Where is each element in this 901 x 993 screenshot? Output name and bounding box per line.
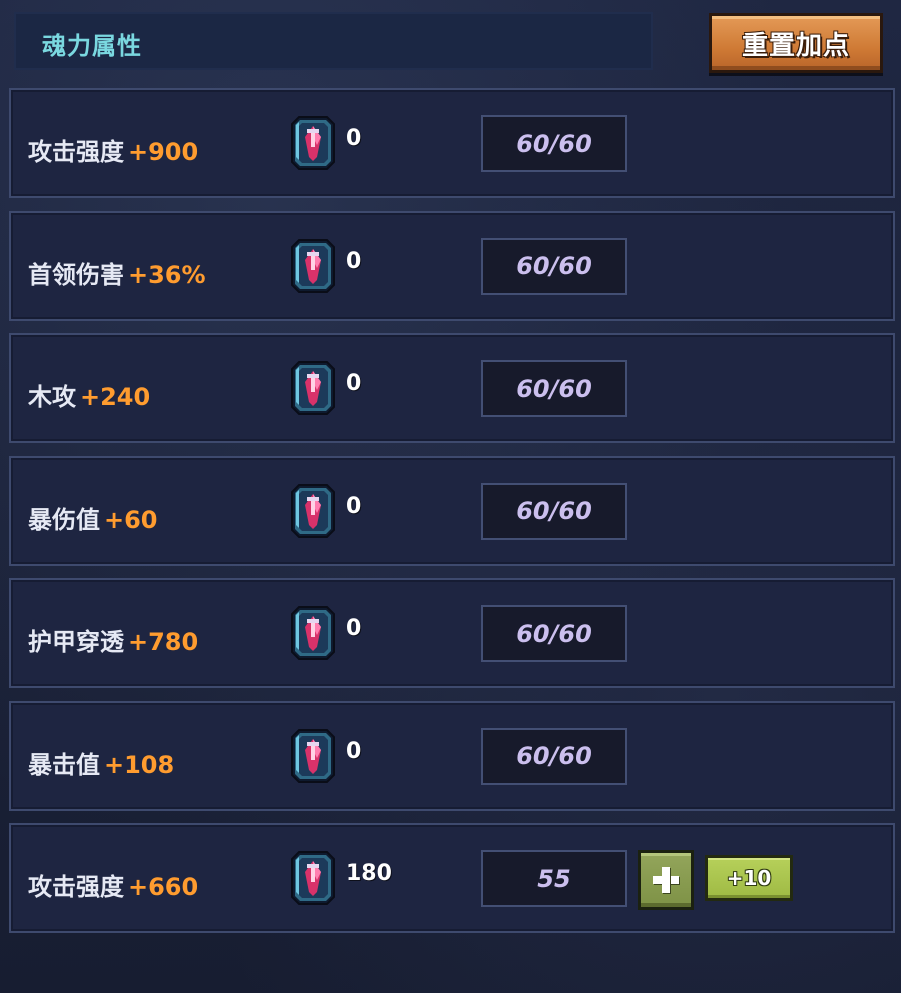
gem-count: 0 <box>346 616 362 641</box>
stat-bonus: +108 <box>104 750 175 779</box>
level-value: 60/60 <box>516 374 592 403</box>
stat-label: 木攻 +240 <box>28 381 150 413</box>
soul-gem-icon <box>291 116 335 170</box>
stat-bonus: +900 <box>128 138 199 166</box>
level-value: 60/60 <box>516 742 592 770</box>
stat-name: 暴伤值 <box>28 505 100 534</box>
soul-gem-icon <box>291 361 335 415</box>
level-box: 55 <box>481 850 627 907</box>
plus-icon-vertical-bar <box>662 867 670 893</box>
stat-label: 暴伤值 +60 <box>28 504 158 536</box>
stat-row: 首领伤害 +36% 0 60/60 <box>9 210 895 321</box>
soul-gem-icon <box>291 851 335 905</box>
level-box: 60/60 <box>481 360 627 417</box>
stat-bonus: +240 <box>80 383 151 411</box>
level-value: 55 <box>537 864 571 893</box>
stat-list: 攻击强度 +900 0 60/60 首领伤害 +36% 0 60/60 木攻 +… <box>9 88 895 946</box>
stat-bonus: +780 <box>128 628 199 656</box>
add-point-button[interactable] <box>638 850 694 910</box>
gem-count: 0 <box>346 738 362 764</box>
stat-name: 攻击强度 <box>28 873 124 901</box>
stat-row: 暴击值 +108 0 60/60 <box>9 700 895 811</box>
level-value: 60/60 <box>516 619 592 648</box>
stat-name: 暴击值 <box>28 750 100 779</box>
add-ten-points-label: +10 <box>726 866 772 890</box>
stat-bonus: +36% <box>128 260 206 289</box>
page-title: 魂力属性 <box>42 32 142 60</box>
stat-name: 攻击强度 <box>28 138 124 166</box>
level-box: 60/60 <box>481 237 627 295</box>
stat-row: 护甲穿透 +780 0 60/60 <box>9 578 895 688</box>
gem-count: 180 <box>346 861 392 886</box>
reset-points-button-label: 重置加点 <box>741 30 850 61</box>
stat-label: 攻击强度 +900 <box>28 136 198 168</box>
gem-count: 0 <box>346 371 362 396</box>
level-box: 60/60 <box>481 482 627 540</box>
stat-row: 木攻 +240 0 60/60 <box>9 333 895 443</box>
stat-label: 护甲穿透 +780 <box>28 626 198 658</box>
soul-gem-icon <box>291 238 335 293</box>
add-ten-points-button[interactable]: +10 <box>705 855 793 901</box>
level-value: 60/60 <box>516 129 592 158</box>
soul-gem-icon <box>291 728 335 783</box>
gem-count: 0 <box>346 126 362 151</box>
gem-count: 0 <box>346 493 362 519</box>
stat-name: 木攻 <box>28 383 76 411</box>
reset-points-button[interactable]: 重置加点 <box>709 13 883 73</box>
stat-row: 暴伤值 +60 0 60/60 <box>9 455 895 566</box>
stat-bonus: +660 <box>128 873 199 901</box>
stat-name: 首领伤害 <box>28 260 124 289</box>
stat-label: 暴击值 +108 <box>28 749 174 781</box>
level-value: 60/60 <box>516 252 592 280</box>
level-box: 60/60 <box>481 115 627 172</box>
level-value: 60/60 <box>516 497 592 525</box>
soul-gem-icon <box>291 483 335 538</box>
stat-bonus: +60 <box>104 505 158 534</box>
level-box: 60/60 <box>481 605 627 662</box>
stat-label: 首领伤害 +36% <box>28 259 206 291</box>
stat-label: 攻击强度 +660 <box>28 871 198 903</box>
stat-name: 护甲穿透 <box>28 628 124 656</box>
soul-gem-icon <box>291 606 335 660</box>
stat-row: 攻击强度 +660 180 55 +10 <box>9 823 895 933</box>
gem-count: 0 <box>346 248 362 274</box>
stat-row: 攻击强度 +900 0 60/60 <box>9 88 895 198</box>
level-box: 60/60 <box>481 727 627 785</box>
